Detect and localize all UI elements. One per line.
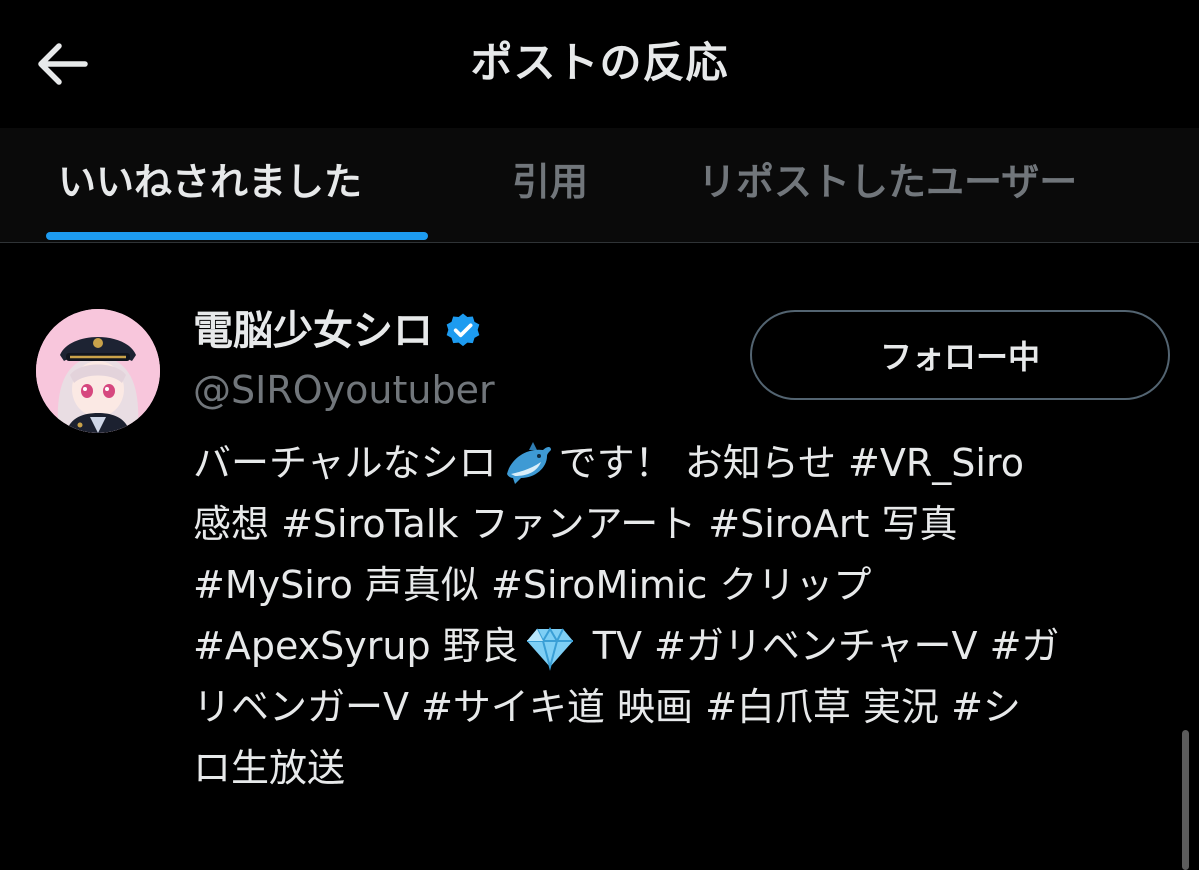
user-cell[interactable]: 電脳少女シロ @SIROyoutuber フォロー中 バーチャルなシロ です！ …: [0, 243, 1199, 870]
following-button[interactable]: フォロー中: [750, 310, 1170, 400]
bio-text: TV #ガリベンチャーV #ガ: [580, 624, 1060, 668]
bio-line: ロ生放送: [193, 738, 1168, 799]
active-tab-indicator: [46, 232, 428, 240]
tab-likes[interactable]: いいねされました: [58, 152, 362, 212]
bio-line: バーチャルなシロ です！ お知らせ #VR_Siro: [193, 433, 1168, 494]
dolphin-emoji-icon: [506, 441, 551, 484]
bio-text: #ApexSyrup 野良: [193, 624, 519, 668]
bio-line: #ApexSyrup 野良 TV #ガリベンチャーV #ガ: [193, 616, 1168, 677]
avatar[interactable]: [36, 309, 160, 433]
bio-text: ロ生放送: [193, 746, 346, 790]
user-handle: @SIROyoutuber: [193, 368, 495, 412]
display-name-row: 電脳少女シロ: [193, 303, 483, 359]
bio-text: バーチャルなシロ: [193, 441, 497, 485]
bio-line: リベンガーV #サイキ道 映画 #白爪草 実況 #シ: [193, 677, 1168, 738]
bio-text: です！ お知らせ #VR_Siro: [558, 441, 1024, 485]
tab-quotes[interactable]: 引用: [512, 152, 588, 212]
bio-text: #MySiro 声真似 #SiroMimic クリップ: [193, 563, 872, 607]
gem-emoji-icon: [526, 626, 573, 671]
avatar-image: [36, 309, 160, 433]
bio-line: #MySiro 声真似 #SiroMimic クリップ: [193, 555, 1168, 616]
verified-badge-icon[interactable]: [443, 311, 483, 351]
scrollbar-thumb[interactable]: [1182, 730, 1189, 870]
bio-text: リベンガーV #サイキ道 映画 #白爪草 実況 #シ: [193, 685, 1021, 729]
user-bio: バーチャルなシロ です！ お知らせ #VR_Siro 感想 #SiroTalk …: [193, 433, 1168, 799]
bio-line: 感想 #SiroTalk ファンアート #SiroArt 写真: [193, 494, 1168, 555]
tab-reposts[interactable]: リポストしたユーザー: [698, 152, 1077, 212]
tab-bar: いいねされました 引用 リポストしたユーザー: [0, 128, 1199, 243]
display-name[interactable]: 電脳少女シロ: [193, 303, 433, 359]
bio-text: 感想 #SiroTalk ファンアート #SiroArt 写真: [193, 502, 958, 546]
page-title: ポストの反応: [470, 38, 729, 87]
header-bar: ポストの反応: [0, 0, 1199, 128]
